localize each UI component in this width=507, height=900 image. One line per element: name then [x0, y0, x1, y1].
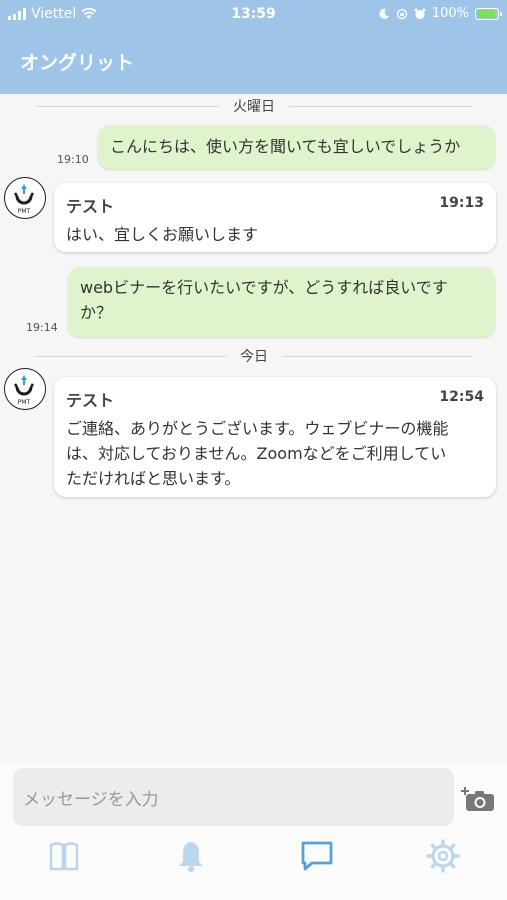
pmt-logo-icon: PMT [8, 181, 40, 215]
message-input-placeholder: メッセージを入力 [23, 789, 159, 810]
status-bar: Viettel 13:59 100% [0, 0, 507, 30]
avatar[interactable]: PMT [4, 177, 46, 219]
rotation-lock-icon [396, 8, 408, 19]
battery-percent: 100% [431, 6, 469, 21]
incoming-message[interactable]: テスト 19:13 はい、宜しくお願いします [54, 183, 496, 252]
message-input[interactable]: メッセージを入力 [13, 768, 454, 826]
bell-icon[interactable] [173, 838, 209, 874]
message-text-line: ご連絡、ありがとうございます。ウェブビナーの機能 [66, 419, 449, 438]
message-time: 12:54 [439, 389, 484, 405]
battery-icon [475, 7, 502, 20]
chat-icon[interactable] [299, 838, 335, 874]
outgoing-message[interactable]: webビナーを行いたいですが、どうすれば良いです か？ [68, 267, 495, 337]
camera-add-icon[interactable] [461, 786, 495, 812]
message-text: はい、宜しくお願いします [66, 225, 259, 244]
book-icon[interactable] [46, 838, 82, 874]
outgoing-message[interactable]: こんにちは、使い方を聞いても宜しいでしょうか [98, 125, 495, 169]
moon-icon [379, 8, 389, 19]
message-text: ご連絡、ありがとうございます。ウェブビナーの機能 は、対応しておりません。Zoo… [66, 416, 484, 491]
composer-area: メッセージを入力 [0, 762, 507, 900]
pmt-logo-icon: PMT [8, 372, 40, 406]
page-title: オングリット [20, 52, 135, 74]
app-header: オングリット [0, 30, 507, 94]
message-text-line: ただければと思います。 [66, 469, 241, 488]
gear-icon[interactable] [425, 838, 461, 874]
day-separator: 火曜日 [36, 96, 472, 116]
svg-text:PMT: PMT [18, 208, 31, 215]
day-separator: 今日 [36, 346, 472, 366]
sender-name: テスト [66, 197, 115, 216]
message-time: 19:14 [26, 321, 58, 334]
incoming-message[interactable]: テスト 12:54 ご連絡、ありがとうございます。ウェブビナーの機能 は、対応し… [54, 377, 496, 497]
message-time: 19:10 [57, 153, 89, 166]
sender-name: テスト [66, 391, 115, 410]
message-text-line: か？ [80, 303, 113, 322]
message-time: 19:13 [439, 195, 484, 211]
avatar[interactable]: PMT [4, 368, 46, 410]
day-label: 今日 [240, 349, 268, 365]
alarm-icon [414, 8, 426, 19]
message-text-line: webビナーを行いたいですが、どうすれば良いです [80, 278, 448, 297]
message-text: こんにちは、使い方を聞いても宜しいでしょうか [110, 137, 461, 156]
day-label: 火曜日 [233, 99, 275, 115]
svg-text:PMT: PMT [18, 399, 31, 406]
message-text-line: は、対応しておりません。Zoomなどをご利用してい [66, 444, 447, 463]
